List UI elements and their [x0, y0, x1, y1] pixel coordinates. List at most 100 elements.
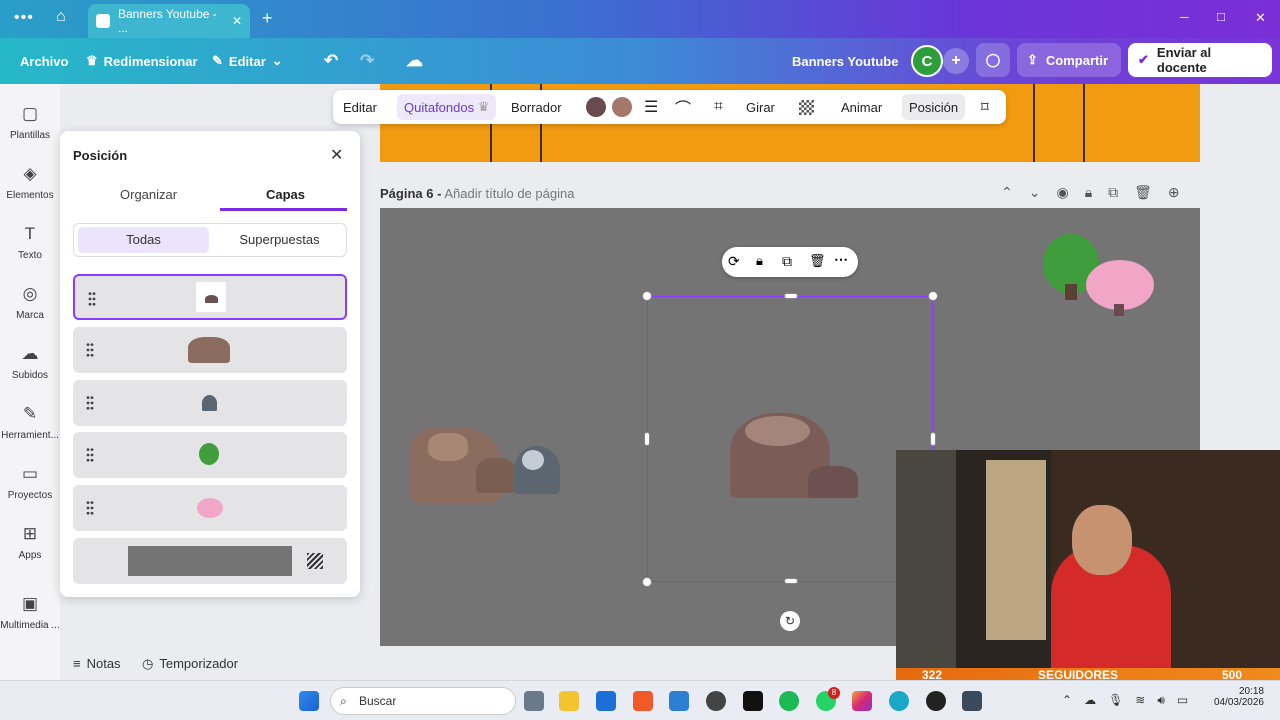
new-tab-button[interactable]: + [262, 8, 273, 29]
trash-icon[interactable]: 🗑︎ [809, 253, 826, 269]
layer-item[interactable] [73, 380, 347, 426]
pink-tree-image[interactable] [1086, 260, 1154, 310]
color-swatch-1[interactable] [586, 97, 606, 117]
filter-all[interactable]: Todas [78, 227, 209, 253]
minimize-button[interactable]: ─ [1180, 10, 1189, 24]
timer-button[interactable]: ◷ Temporizador [142, 656, 238, 672]
drag-handle-icon[interactable] [86, 395, 94, 411]
border-style-icon[interactable]: ☰ [644, 90, 658, 124]
tab-layers[interactable]: Capas [266, 187, 305, 202]
lock-icon[interactable]: 🔒︎ [1085, 184, 1092, 201]
rail-elements[interactable]: ◈ Elementos [0, 164, 60, 201]
duplicate-icon[interactable]: ⧉ [1108, 184, 1118, 201]
home-icon[interactable]: ⌂ [56, 8, 76, 28]
microphone-icon[interactable]: 🎙︎ [1108, 693, 1123, 708]
layer-item[interactable] [73, 327, 347, 373]
eraser-button[interactable]: Borrador [511, 90, 562, 124]
resize-handle[interactable] [642, 577, 652, 587]
resize-button[interactable]: ♛ Redimensionar [86, 38, 198, 84]
lock-icon[interactable]: 🔒︎ [756, 253, 763, 269]
resize-handle[interactable] [784, 578, 798, 584]
layer-item[interactable] [73, 274, 347, 320]
store-icon[interactable] [596, 691, 616, 711]
edit-image-button[interactable]: Editar [343, 90, 377, 124]
start-icon[interactable] [299, 691, 319, 711]
paint-format-icon[interactable]: ⌑ [981, 90, 989, 124]
send-to-teacher-button[interactable]: ✔ Enviar al docente [1128, 43, 1272, 77]
resize-handle[interactable] [642, 291, 652, 301]
photos-icon[interactable] [669, 691, 689, 711]
cloud-saved-icon[interactable]: ☁ [406, 38, 423, 84]
rail-templates[interactable]: ▢ Plantillas [0, 104, 60, 141]
rotate-handle-icon[interactable]: ↻ [780, 611, 800, 631]
edit-menu[interactable]: ✎ Editar ⌄ [212, 38, 283, 84]
spotify-icon[interactable] [779, 691, 799, 711]
volume-icon[interactable]: 🔊︎ [1157, 693, 1165, 708]
layer-background[interactable] [73, 538, 347, 584]
file-explorer-icon[interactable] [559, 691, 579, 711]
transparency-icon[interactable] [799, 100, 814, 115]
rail-media[interactable]: ▣ Multimedia ... [0, 594, 60, 631]
page-title-input[interactable]: Añadir título de página [444, 186, 574, 201]
add-collaborator-icon[interactable]: + [943, 48, 969, 74]
crop-icon[interactable]: ⌗ [714, 90, 723, 124]
layer-item[interactable] [73, 485, 347, 531]
position-button[interactable]: Posición [902, 94, 966, 120]
file-menu[interactable]: Archivo [20, 38, 68, 84]
drag-handle-icon[interactable] [88, 291, 96, 307]
hide-icon[interactable]: ◉ [1056, 184, 1068, 201]
tab-organize[interactable]: Organizar [120, 187, 177, 202]
corner-rounding-icon[interactable]: ⌒ [675, 90, 691, 124]
chevron-down-icon[interactable]: ⌄ [1029, 184, 1041, 201]
bg-remover-button[interactable]: Quitafondos ♛ [397, 94, 497, 120]
comment-icon[interactable]: ◯ [976, 43, 1010, 77]
resize-handle[interactable] [784, 293, 798, 299]
task-view-icon[interactable] [524, 691, 544, 711]
drag-handle-icon[interactable] [86, 500, 94, 516]
trash-icon[interactable]: 🗑︎ [1134, 184, 1152, 201]
onedrive-icon[interactable]: ☁ [1084, 693, 1096, 708]
brave-icon[interactable] [633, 691, 653, 711]
drag-handle-icon[interactable] [86, 342, 94, 358]
avatar[interactable]: C [911, 45, 943, 77]
filter-overlapping[interactable]: Superpuestas [214, 227, 345, 253]
document-title[interactable]: Banners Youtube [792, 38, 898, 84]
resize-handle[interactable] [930, 432, 936, 446]
resize-handle[interactable] [928, 291, 938, 301]
add-page-icon[interactable]: ⊕ [1168, 184, 1180, 201]
more-options-icon[interactable]: ⋯ [834, 251, 848, 268]
clock[interactable]: 20:18 04/03/2026 [1208, 686, 1264, 708]
color-swatch-2[interactable] [612, 97, 632, 117]
rail-tools[interactable]: ✎ Herramient... [0, 404, 60, 441]
canva-icon[interactable] [889, 691, 909, 711]
tiktok-icon[interactable] [743, 691, 763, 711]
wifi-icon[interactable]: ≋ [1135, 693, 1145, 708]
more-icon[interactable]: ••• [14, 9, 34, 27]
browser-tab[interactable]: Banners Youtube - ... ✕ [88, 4, 250, 38]
battery-icon[interactable]: ▭ [1177, 693, 1188, 708]
calculator-icon[interactable] [962, 691, 982, 711]
rail-text[interactable]: T Texto [0, 224, 60, 261]
taskbar-search-input[interactable]: ⌕ Buscar [330, 687, 516, 715]
maximize-button[interactable]: □ [1217, 9, 1225, 24]
chevron-up-icon[interactable]: ⌃ [1062, 693, 1072, 708]
close-tab-icon[interactable]: ✕ [232, 14, 242, 28]
duplicate-icon[interactable]: ⧉ [782, 253, 792, 270]
close-window-button[interactable]: ✕ [1255, 10, 1266, 26]
drag-handle-icon[interactable] [86, 447, 94, 463]
resize-handle[interactable] [644, 432, 650, 446]
animate-button[interactable]: Animar [841, 90, 882, 124]
rail-uploads[interactable]: ☁ Subidos [0, 344, 60, 381]
redo-icon[interactable]: ↷ [360, 38, 374, 84]
rail-apps[interactable]: ⊞ Apps [0, 524, 60, 561]
rotate-button[interactable]: Girar [746, 90, 775, 124]
instagram-icon[interactable] [852, 691, 872, 711]
layer-item[interactable] [73, 432, 347, 478]
chatgpt-icon[interactable] [926, 691, 946, 711]
chrome-icon[interactable] [706, 691, 726, 711]
rail-projects[interactable]: ▭ Proyectos [0, 464, 60, 501]
share-button[interactable]: ⇪ Compartir [1017, 43, 1121, 77]
undo-icon[interactable]: ↶ [324, 38, 338, 84]
rail-brand[interactable]: ◎ Marca [0, 284, 60, 321]
close-icon[interactable]: ✕ [330, 145, 343, 165]
